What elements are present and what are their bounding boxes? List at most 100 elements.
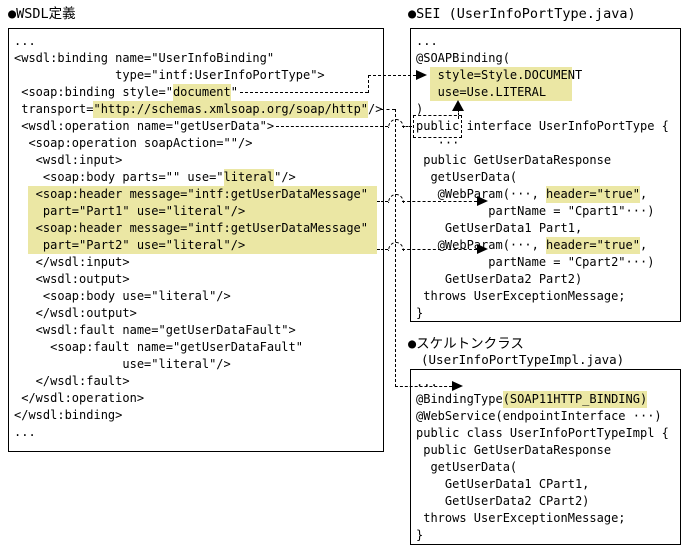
code-text: throws UserExceptionMessage; — [416, 288, 626, 305]
code-text: interface UserInfoPortType { — [459, 118, 669, 135]
code-line: type="intf:UserInfoPortType"> — [14, 67, 377, 84]
highlight-segment: use=Use.LITERAL — [430, 84, 572, 101]
code-line: </wsdl:binding> — [14, 407, 377, 424]
code-line: partName = "Cpart2"···) — [416, 254, 674, 271]
connector-document-style-seg3 — [368, 75, 416, 76]
code-line: transport="http://schemas.xmlsoap.org/so… — [14, 101, 377, 118]
connector-part2-webparam-seg1 — [377, 249, 388, 250]
code-text: partName = "Cpart1"···) — [416, 203, 654, 220]
code-line: <soap:operation soapAction=""/> — [14, 135, 377, 152]
code-line: public interface UserInfoPortType { — [416, 118, 674, 135]
code-line: part="Part2" use="literal"/> — [14, 237, 377, 254]
code-text: </wsdl:binding> — [14, 407, 122, 424]
connector-transport-binding-seg3 — [395, 386, 452, 387]
code-text: type="intf:UserInfoPortType"> — [14, 67, 325, 84]
arrowhead-webparam2-icon — [477, 244, 488, 254]
connector-part2-webparam-seg2 — [402, 249, 477, 250]
code-text: public class UserInfoPortTypeImpl { — [416, 425, 669, 442]
arrowhead-use-literal-icon — [452, 100, 464, 111]
highlight-segment: <soap:header message="intf:getUserDataMe… — [28, 186, 377, 203]
code-text: GetUserData2 CPart2) — [416, 493, 589, 510]
code-line: </wsdl:operation> — [14, 390, 377, 407]
diagram: ●WSDL定義 ●SEI (UserInfoPortType.java) ●スケ… — [0, 0, 685, 548]
code-text: transport= — [14, 101, 93, 118]
code-line: } — [416, 527, 674, 544]
code-text: ... — [14, 424, 36, 441]
connector-document-style-seg2 — [368, 75, 369, 93]
code-text: <wsdl:binding name="UserInfoBinding" — [14, 50, 274, 67]
highlight-segment: part="Part1" use="literal"/> — [28, 203, 377, 220]
code-text — [416, 84, 430, 101]
code-text: use="literal"/> — [14, 356, 231, 373]
code-line: public class UserInfoPortTypeImpl { — [416, 425, 674, 442]
code-text: , — [640, 186, 647, 203]
code-text: throws UserExceptionMessage; — [416, 510, 626, 527]
code-text: <soap:body use="literal"/> — [14, 288, 231, 305]
code-line: <wsdl:output> — [14, 271, 377, 288]
connector-operation-public-seg1 — [276, 126, 388, 127]
code-text: </wsdl:output> — [14, 305, 137, 322]
arrowhead-webparam1-icon — [477, 196, 488, 206]
code-text: partName = "Cpart2"···) — [416, 254, 654, 271]
wsdl-title: ●WSDL定義 — [8, 6, 76, 22]
code-text: <wsdl:input> — [14, 152, 122, 169]
code-line: part="Part1" use="literal"/> — [14, 203, 377, 220]
code-line: <soap:fault name="getUserDataFault" — [14, 339, 377, 356]
code-text: public GetUserDataResponse — [416, 442, 611, 459]
skeleton-code-box: ...@BindingType(SOAP11HTTP_BINDING)@WebS… — [410, 369, 681, 545]
code-text: ··· — [416, 135, 459, 152]
code-line: <wsdl:input> — [14, 152, 377, 169]
code-text: <soap:operation soapAction=""/> — [14, 135, 252, 152]
arrowhead-bindingtype-icon — [452, 381, 463, 391]
code-line: GetUserData1 Part1, — [416, 220, 674, 237]
code-line: GetUserData2 CPart2) — [416, 493, 674, 510]
highlight-segment: header="true" — [546, 186, 640, 203]
code-line: @SOAPBinding( — [416, 50, 674, 67]
code-text: </wsdl:fault> — [14, 373, 130, 390]
code-line: ··· — [416, 135, 674, 152]
skeleton-title: ●スケルトンクラス — [408, 336, 524, 352]
code-line: @WebParam(···, header="true", — [416, 237, 674, 254]
connector-operation-public-seg2 — [402, 126, 412, 127]
code-text: <wsdl:output> — [14, 271, 130, 288]
highlight-segment: style=Style.DOCUMENT — [430, 67, 572, 84]
code-text: getUserData( — [416, 459, 517, 476]
code-text: @SOAPBinding( — [416, 50, 510, 67]
code-text: , — [640, 237, 647, 254]
highlight-segment: document — [173, 84, 231, 101]
code-text: </wsdl:operation> — [14, 390, 144, 407]
code-line: <soap:body use="literal"/> — [14, 288, 377, 305]
code-line: ... — [416, 33, 674, 50]
code-line: <soap:header message="intf:getUserDataMe… — [14, 220, 377, 237]
code-text: <soap:binding style=" — [14, 84, 173, 101]
code-text: " — [231, 84, 238, 101]
highlight-segment: <soap:header message="intf:getUserDataMe… — [28, 220, 377, 237]
highlight-segment: (SOAP11HTTP_BINDING) — [503, 391, 648, 408]
code-text: ... — [14, 33, 36, 50]
sei-code-box: ...@SOAPBinding( style=Style.DOCUMENT us… — [410, 28, 681, 322]
code-line: use=Use.LITERAL — [416, 84, 674, 101]
code-text: <soap:fault name="getUserDataFault" — [14, 339, 303, 356]
arrowhead-style-document-icon — [416, 70, 427, 80]
code-line: </wsdl:output> — [14, 305, 377, 322]
sei-title: ●SEI (UserInfoPortType.java) — [408, 6, 636, 22]
code-text: GetUserData2 Part2) — [416, 271, 582, 288]
code-line: GetUserData2 Part2) — [416, 271, 674, 288]
code-text — [14, 186, 28, 203]
code-line: partName = "Cpart1"···) — [416, 203, 674, 220]
code-line: @WebService(endpointInterface ···) — [416, 408, 674, 425]
code-text: ... — [416, 33, 438, 50]
code-text: } — [416, 527, 423, 544]
code-text: <wsdl:operation name="getUserData"> — [14, 118, 274, 135]
highlight-segment: header="true" — [546, 237, 640, 254]
code-line: GetUserData1 CPart1, — [416, 476, 674, 493]
code-line: @BindingType(SOAP11HTTP_BINDING) — [416, 391, 674, 408]
code-text — [14, 237, 28, 254]
code-line: getUserData( — [416, 459, 674, 476]
code-line: </wsdl:fault> — [14, 373, 377, 390]
connector-transport-binding-seg1 — [381, 109, 395, 110]
code-text: @BindingType — [416, 391, 503, 408]
code-text: </wsdl:input> — [14, 254, 130, 271]
code-text: ... — [416, 374, 438, 391]
skeleton-subtitle: (UserInfoPortTypeImpl.java) — [421, 352, 624, 368]
